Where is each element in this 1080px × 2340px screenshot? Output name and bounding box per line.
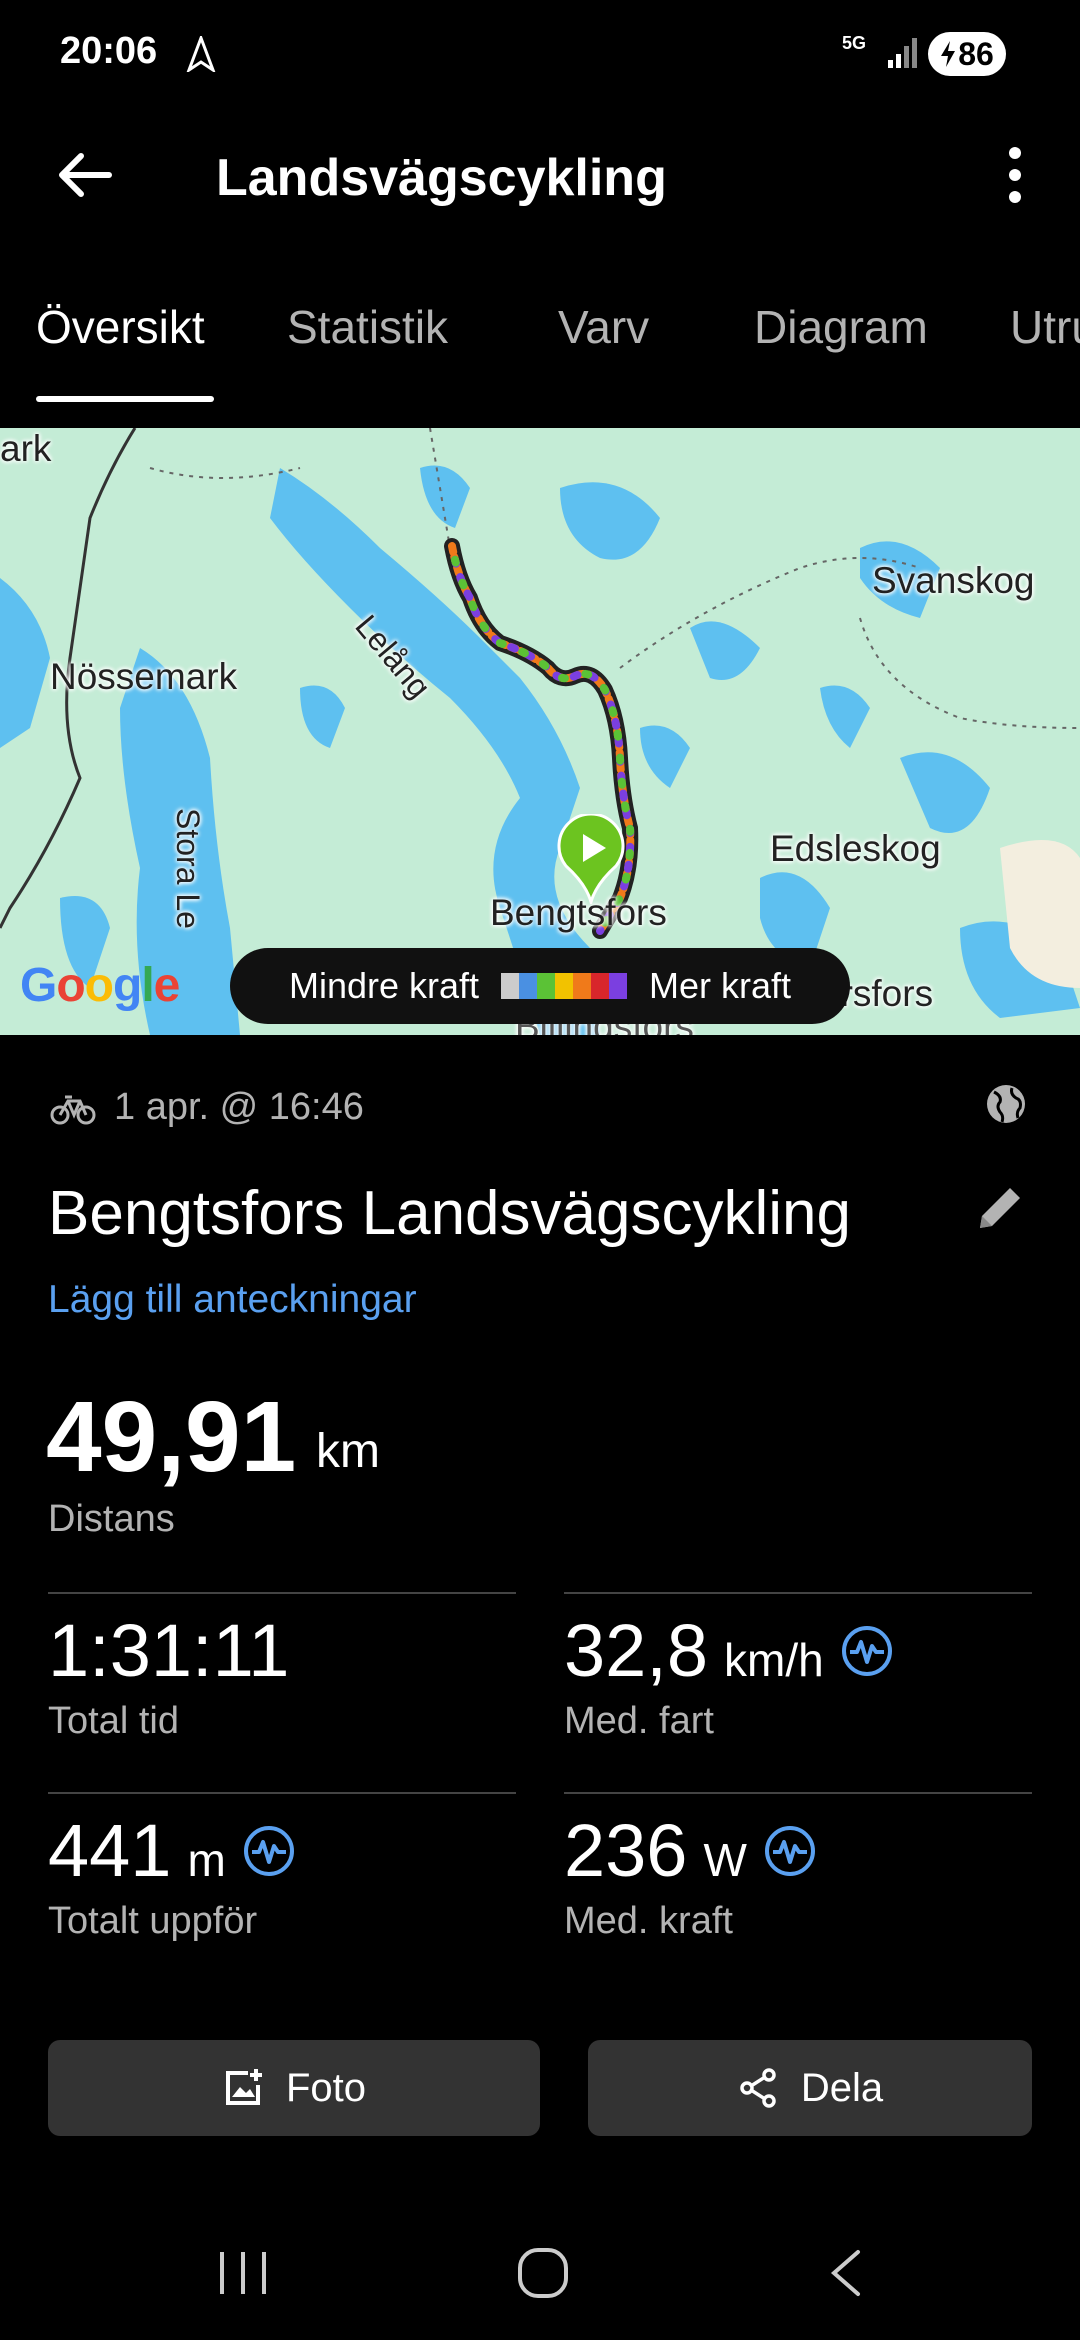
ascent-value: 441 m xyxy=(48,1808,296,1893)
photo-button[interactable]: Foto xyxy=(48,2040,540,2136)
chart-link-icon[interactable] xyxy=(242,1824,296,1878)
google-logo: Google xyxy=(20,959,180,1012)
map-label-svanskog: Svanskog xyxy=(872,560,1035,601)
system-navigation-bar xyxy=(0,2196,1080,2340)
network-type-icon: 5G xyxy=(842,33,867,53)
more-options-button[interactable] xyxy=(990,140,1040,210)
activity-meta: 1 apr. @ 16:46 xyxy=(50,1086,364,1129)
power-legend: Mindre kraft Mer kraft xyxy=(230,948,850,1024)
avg-power-unit: W xyxy=(703,1834,747,1886)
legend-low-label: Mindre kraft xyxy=(288,965,480,1006)
back-nav-icon[interactable] xyxy=(826,2248,866,2298)
edit-pencil-icon[interactable] xyxy=(972,1180,1028,1241)
active-tab-indicator xyxy=(36,396,214,402)
avg-power-value: 236 W xyxy=(564,1808,817,1893)
back-arrow-icon xyxy=(59,153,112,197)
activity-date: 1 apr. @ 16:46 xyxy=(114,1086,364,1128)
tab-diagram[interactable]: Diagram xyxy=(754,300,928,354)
map-label-stora-le: Stora Le xyxy=(170,808,206,929)
avg-speed-value: 32,8 km/h xyxy=(564,1608,894,1693)
ascent-label: Totalt uppför xyxy=(48,1900,258,1942)
avg-speed-unit: km/h xyxy=(724,1634,824,1686)
charging-icon xyxy=(941,41,956,67)
legend-high-label: Mer kraft xyxy=(649,965,792,1006)
map-label-ark: ark xyxy=(0,428,52,469)
divider xyxy=(564,1792,1032,1794)
activity-title: Bengtsfors Landsvägscykling xyxy=(48,1179,852,1248)
share-button[interactable]: Dela xyxy=(588,2040,1032,2136)
map-label-nossemark: Nössemark xyxy=(50,656,238,697)
privacy-globe-icon[interactable] xyxy=(984,1082,1028,1131)
total-time-label: Total tid xyxy=(48,1700,179,1742)
distance-label: Distans xyxy=(48,1498,175,1540)
tab-bar: Översikt Statistik Varv Diagram Utru xyxy=(0,300,1080,410)
recent-apps-icon[interactable] xyxy=(216,2248,270,2298)
total-time-value: 1:31:11 xyxy=(48,1609,290,1692)
avg-speed-label: Med. fart xyxy=(564,1700,714,1742)
legend-color-bar xyxy=(501,973,628,999)
chart-link-icon[interactable] xyxy=(763,1824,817,1878)
signal-icon xyxy=(886,30,920,75)
distance-unit: km xyxy=(316,1425,380,1478)
ascent-unit: m xyxy=(187,1834,226,1886)
page-title: Landsvägscykling xyxy=(216,149,667,207)
distance-value: 49,91 xyxy=(46,1381,297,1493)
chart-link-icon[interactable] xyxy=(840,1624,894,1678)
status-time: 20:06 xyxy=(60,30,158,72)
tab-statistik[interactable]: Statistik xyxy=(287,300,448,354)
divider xyxy=(564,1592,1032,1594)
tab-oversikt[interactable]: Översikt xyxy=(36,300,205,354)
map-label-edsleskog: Edsleskog xyxy=(770,828,941,869)
battery-indicator: 86 xyxy=(928,32,1006,76)
avg-power-label: Med. kraft xyxy=(564,1900,733,1942)
tab-utrustning[interactable]: Utru xyxy=(1010,300,1080,354)
share-icon xyxy=(740,2068,776,2108)
divider xyxy=(48,1792,516,1794)
back-button[interactable] xyxy=(50,140,120,210)
divider xyxy=(48,1592,516,1594)
add-photo-icon xyxy=(225,2069,262,2105)
navigation-arrow-icon xyxy=(185,33,217,77)
home-icon[interactable] xyxy=(516,2246,570,2300)
add-notes-link[interactable]: Lägg till anteckningar xyxy=(48,1278,417,1322)
bicycle-icon xyxy=(50,1095,96,1124)
tab-varv[interactable]: Varv xyxy=(558,300,649,354)
route-map[interactable]: ark Nössemark Svanskog Lelång Stora Le E… xyxy=(0,428,1080,1035)
map-canvas xyxy=(0,428,1080,1035)
